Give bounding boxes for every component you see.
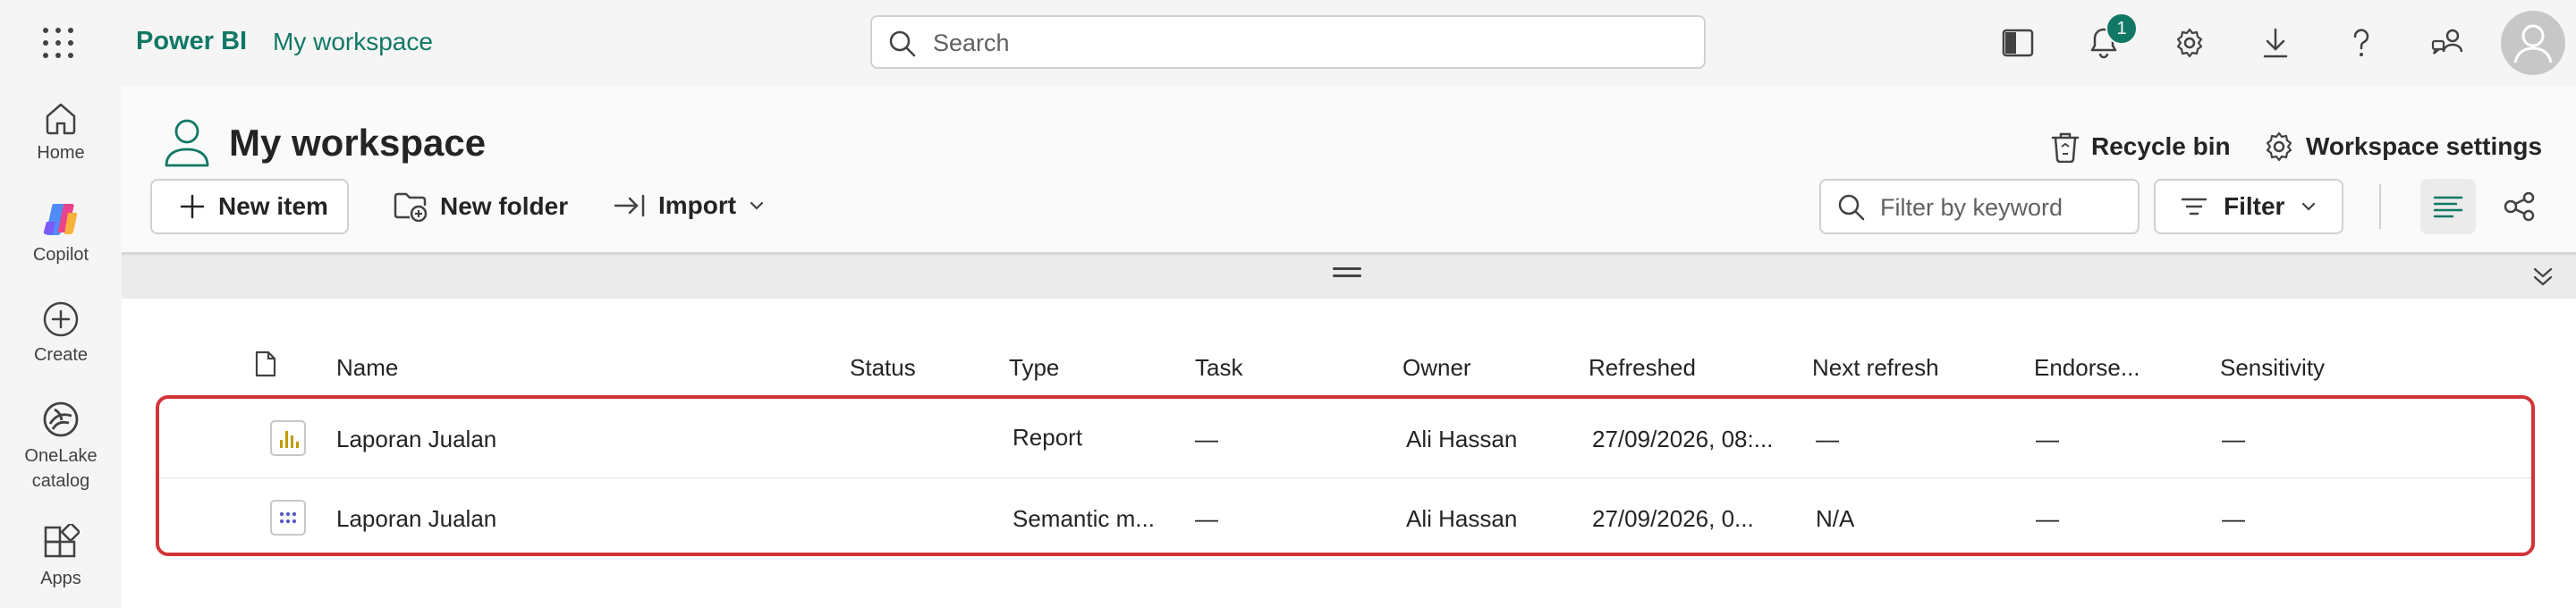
lineage-view-button[interactable] — [2492, 179, 2547, 234]
rail-label-copilot: Copilot — [32, 245, 89, 265]
col-header-sensitivity[interactable]: Sensitivity — [2220, 354, 2325, 382]
onelake-icon — [42, 401, 80, 438]
app-launcher-icon[interactable] — [41, 26, 75, 60]
filter-icon — [2181, 196, 2224, 217]
page-title: My workspace — [229, 122, 487, 164]
col-header-type[interactable]: Type — [1009, 354, 1059, 382]
workspace-settings-label: Workspace settings — [2306, 132, 2543, 160]
left-rail: Home Copilot Create OneLake catalog Apps — [0, 86, 122, 608]
rail-label-home: Home — [37, 143, 85, 163]
col-header-owner[interactable]: Owner — [1402, 354, 1471, 382]
search-icon — [1837, 193, 1866, 222]
download-icon[interactable] — [2254, 21, 2297, 64]
col-header-name[interactable]: Name — [336, 354, 398, 382]
help-icon[interactable] — [2340, 21, 2383, 64]
gear-icon[interactable] — [2168, 21, 2211, 64]
share-people-icon[interactable] — [2426, 21, 2469, 64]
rail-item-home[interactable]: Home — [0, 100, 122, 165]
filter-keyword-input[interactable] — [1878, 191, 2132, 224]
import-icon — [614, 193, 658, 218]
new-folder-icon — [394, 191, 440, 222]
new-item-button[interactable]: New item — [150, 179, 349, 234]
create-icon — [42, 300, 80, 338]
workspace-person-icon — [161, 117, 213, 169]
toolbar-divider — [2379, 184, 2381, 229]
rail-item-apps[interactable]: Apps — [0, 524, 122, 590]
filter-label: Filter — [2224, 192, 2285, 220]
splitter-grip-icon[interactable] — [1333, 267, 1361, 280]
recycle-bin-label: Recycle bin — [2091, 132, 2231, 160]
chevron-down-icon — [749, 200, 777, 211]
col-header-endorsement[interactable]: Endorse... — [2034, 354, 2140, 382]
collapse-icon[interactable] — [2529, 264, 2556, 291]
rail-item-onelake[interactable]: OneLake catalog — [0, 401, 122, 494]
lineage-icon — [2504, 191, 2536, 222]
search-icon — [888, 30, 917, 58]
app-name[interactable]: Power BI — [136, 27, 247, 56]
notification-badge: 1 — [2106, 13, 2138, 45]
breadcrumb-workspace[interactable]: My workspace — [273, 28, 433, 56]
new-item-label: New item — [218, 192, 328, 220]
rail-item-copilot[interactable]: Copilot — [0, 200, 122, 266]
rail-label-create: Create — [33, 345, 89, 365]
file-type-icon — [254, 350, 277, 377]
top-bar: Power BI My workspace 1 — [0, 0, 2576, 86]
chevron-down-icon — [2284, 201, 2317, 212]
plus-icon — [179, 193, 218, 220]
copilot-icon — [41, 200, 80, 238]
col-header-next-refresh[interactable]: Next refresh — [1812, 354, 1939, 382]
recycle-bin-icon — [2050, 131, 2091, 163]
import-label: Import — [658, 191, 737, 219]
apps-icon — [42, 524, 80, 562]
home-icon — [43, 100, 79, 136]
recycle-bin-button[interactable]: Recycle bin — [2050, 131, 2231, 163]
import-button[interactable]: Import — [614, 191, 777, 220]
col-header-task[interactable]: Task — [1195, 354, 1242, 382]
filter-keyword-box[interactable] — [1819, 179, 2140, 234]
rail-label-apps: Apps — [40, 569, 81, 588]
workspace-settings-button[interactable]: Workspace settings — [2263, 131, 2542, 163]
avatar[interactable] — [2501, 11, 2565, 75]
workspace-main: My workspace Recycle bin Workspace setti… — [122, 86, 2576, 608]
filter-button[interactable]: Filter — [2154, 179, 2343, 234]
col-header-refreshed[interactable]: Refreshed — [1589, 354, 1696, 382]
rail-item-create[interactable]: Create — [0, 300, 122, 367]
col-header-status[interactable]: Status — [850, 354, 916, 382]
rail-label-onelake: OneLake catalog — [24, 446, 97, 491]
list-view-icon — [2433, 195, 2463, 218]
search-input[interactable] — [931, 26, 1686, 60]
global-search[interactable] — [870, 15, 1706, 69]
list-view-button[interactable] — [2420, 179, 2476, 234]
settings-icon — [2263, 131, 2306, 163]
new-folder-label: New folder — [440, 192, 569, 220]
items-table: Name Status Type Task Owner Refreshed Ne… — [122, 299, 2576, 608]
new-folder-button[interactable]: New folder — [394, 191, 568, 222]
panel-icon[interactable] — [1996, 21, 2039, 64]
pane-splitter[interactable] — [122, 252, 2576, 299]
selection-highlight — [156, 395, 2535, 556]
